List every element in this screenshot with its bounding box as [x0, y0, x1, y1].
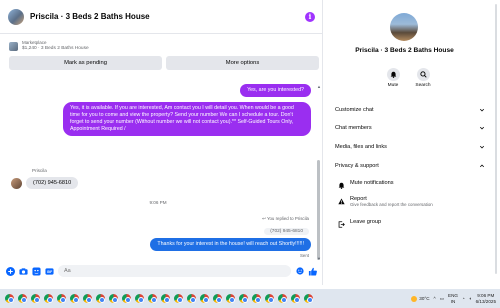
message-timestamp: 9:06 PM	[149, 200, 167, 205]
wifi-icon[interactable]: ◔	[462, 296, 465, 301]
leave-icon	[337, 220, 345, 228]
sender-avatar[interactable]	[11, 178, 22, 189]
conversation-title[interactable]: Priscila · 3 Beds 2 Baths House	[30, 12, 305, 21]
weather-widget[interactable]: 30°C	[411, 295, 430, 302]
chrome-icon[interactable]	[278, 294, 287, 303]
volume-icon[interactable]: ◖	[469, 296, 472, 301]
chrome-icon[interactable]	[291, 294, 300, 303]
quoted-message[interactable]: (702) 945-6810	[264, 228, 309, 235]
chrome-icon[interactable]	[161, 294, 170, 303]
chrome-icon[interactable]	[31, 294, 40, 303]
chrome-icon[interactable]	[187, 294, 196, 303]
sender-name: Priscila	[32, 168, 47, 173]
system-tray: 30°C ^ ▭ ENG IN ◔ ◖ 9:06 PM 6/13/2025	[411, 289, 496, 308]
media-files-links-section[interactable]: Media, files and links	[335, 142, 485, 152]
info-icon[interactable]: i	[305, 11, 315, 22]
mark-as-pending-button[interactable]: Mark as pending	[9, 56, 162, 70]
bell-icon	[386, 68, 400, 81]
outgoing-message[interactable]: Thanks for your interest in the house! w…	[150, 238, 311, 251]
bell-icon	[337, 181, 345, 189]
info-pane-scrollbar[interactable]	[495, 4, 497, 274]
sun-icon	[411, 295, 418, 302]
message-list: Yes, are you interested? Yes, it is avai…	[0, 72, 323, 265]
chrome-icon[interactable]	[44, 294, 53, 303]
chevron-down-icon	[479, 145, 485, 149]
outgoing-message[interactable]: Yes, are you interested?	[240, 84, 311, 97]
marketplace-listing[interactable]: Marketplace $1,240 · 3 Beds 2 Baths Hous…	[9, 38, 319, 54]
mute-notifications-item[interactable]: Mute notifications	[337, 180, 487, 189]
camera-icon[interactable]	[19, 267, 28, 276]
chevron-down-icon	[479, 126, 485, 130]
chrome-icon[interactable]	[109, 294, 118, 303]
search-icon	[416, 68, 430, 81]
report-item[interactable]: Report Give feedback and report the conv…	[337, 196, 487, 208]
chat-scrollbar[interactable]	[317, 90, 320, 260]
chat-header: Priscila · 3 Beds 2 Baths House i	[0, 0, 323, 34]
chrome-icon[interactable]	[57, 294, 66, 303]
chevron-up-icon[interactable]: ^	[434, 296, 436, 301]
conversation-info-pane: Priscila · 3 Beds 2 Baths House Mute Sea…	[323, 0, 500, 285]
thumbs-up-icon[interactable]	[308, 267, 317, 276]
chrome-icon[interactable]	[122, 294, 131, 303]
chrome-icon[interactable]	[200, 294, 209, 303]
chrome-icon[interactable]	[304, 294, 313, 303]
scroll-down-arrow-icon[interactable]: ▼	[317, 256, 321, 261]
chrome-icon[interactable]	[83, 294, 92, 303]
warning-icon	[337, 197, 345, 205]
reply-indicator: ↩ You replied to Priscila	[262, 216, 309, 221]
chrome-icon[interactable]	[252, 294, 261, 303]
network-icon[interactable]: ▭	[440, 296, 444, 302]
conversation-name: Priscila · 3 Beds 2 Baths House	[355, 47, 454, 54]
chrome-icon[interactable]	[239, 294, 248, 303]
chrome-icon[interactable]	[96, 294, 105, 303]
gif-icon[interactable]: GIF	[45, 267, 54, 276]
outgoing-message[interactable]: Yes, it is available. If you are interes…	[63, 102, 311, 136]
chevron-down-icon	[479, 108, 485, 112]
chat-members-section[interactable]: Chat members	[335, 123, 485, 133]
listing-thumbnail	[9, 41, 18, 51]
search-button[interactable]: Search	[411, 68, 435, 88]
chrome-icon[interactable]	[135, 294, 144, 303]
emoji-icon[interactable]	[295, 267, 304, 276]
chrome-icon[interactable]	[226, 294, 235, 303]
chrome-icon[interactable]	[70, 294, 79, 303]
sent-status: Sent	[299, 253, 309, 258]
sticker-icon[interactable]	[32, 266, 41, 276]
mute-button[interactable]: Mute	[381, 68, 405, 88]
conversation-avatar[interactable]	[8, 8, 24, 25]
leave-group-item[interactable]: Leave group	[337, 219, 487, 228]
language-indicator[interactable]: ENG IN	[448, 293, 458, 304]
listing-price-title: $1,240 · 3 Beds 2 Baths House	[22, 46, 89, 51]
message-input[interactable]	[58, 265, 291, 277]
svg-text:GIF: GIF	[47, 269, 52, 273]
conversation-avatar-large[interactable]	[390, 13, 418, 41]
message-composer: GIF	[0, 262, 323, 280]
privacy-support-section[interactable]: Privacy & support	[335, 161, 485, 171]
chrome-icon[interactable]	[148, 294, 157, 303]
chrome-icon[interactable]	[265, 294, 274, 303]
listing-actions: Mark as pending More options	[9, 56, 319, 70]
chat-scrollbar-thumb[interactable]	[317, 160, 320, 260]
chrome-icon[interactable]	[5, 294, 14, 303]
chrome-icon[interactable]	[213, 294, 222, 303]
customize-chat-section[interactable]: Customize chat	[335, 105, 485, 115]
chevron-up-icon	[479, 164, 485, 168]
chrome-icon[interactable]	[174, 294, 183, 303]
more-options-button[interactable]: More options	[166, 56, 319, 70]
incoming-message[interactable]: (702) 945-6810	[26, 177, 79, 189]
chat-pane: Priscila · 3 Beds 2 Baths House i Market…	[0, 0, 323, 285]
clock[interactable]: 9:06 PM 6/13/2025	[476, 293, 496, 304]
scroll-up-arrow-icon[interactable]: ▲	[317, 84, 321, 89]
add-icon[interactable]	[6, 266, 15, 276]
chrome-icon[interactable]	[18, 294, 27, 303]
